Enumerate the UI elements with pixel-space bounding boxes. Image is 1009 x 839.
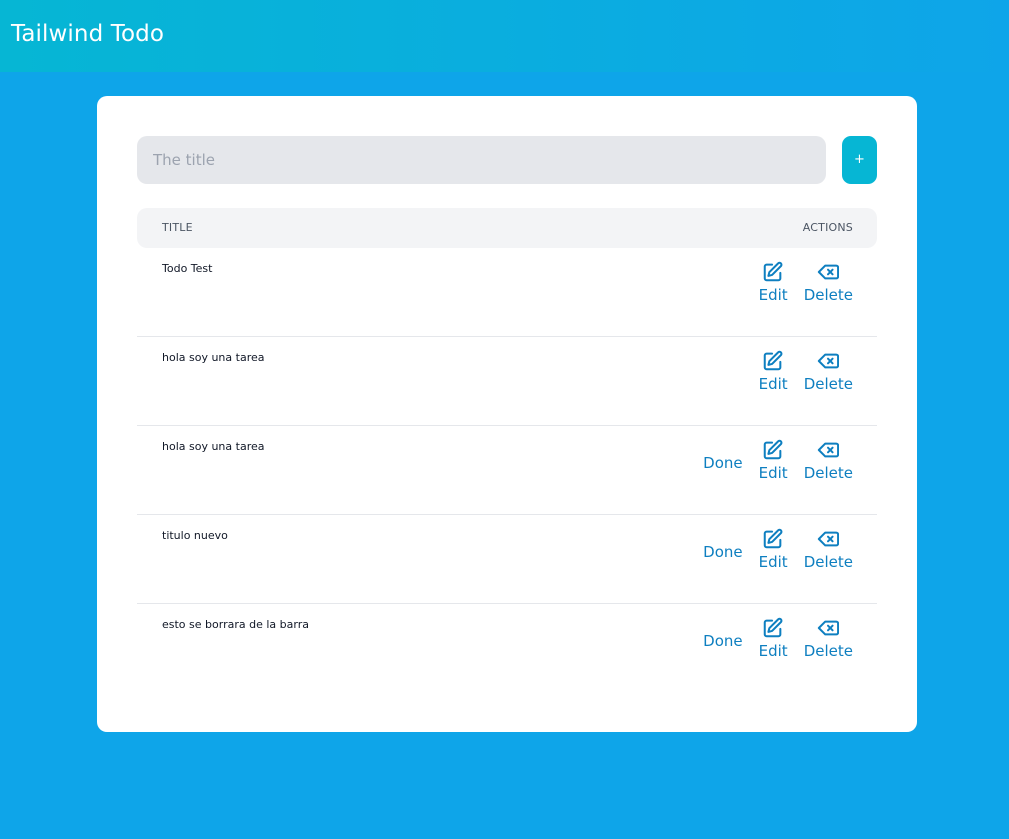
todo-title: titulo nuevo [162, 529, 228, 542]
delete-button[interactable]: Delete [804, 261, 853, 305]
app-title: Tailwind Todo [11, 21, 164, 47]
edit-button[interactable]: Edit [759, 617, 788, 661]
edit-icon [763, 261, 783, 282]
column-header-actions: ACTIONS [802, 221, 853, 234]
edit-icon [763, 350, 783, 371]
backspace-delete-icon [818, 353, 840, 369]
todo-row: hola soy una tarea Edit Delete [137, 337, 877, 426]
edit-button[interactable]: Edit [759, 261, 788, 305]
edit-button[interactable]: Edit [759, 350, 788, 394]
todo-card: + TITLE ACTIONS Todo Test Edit Del [97, 96, 917, 732]
todo-title: hola soy una tarea [162, 351, 265, 364]
edit-label: Edit [758, 642, 788, 660]
edit-button[interactable]: Edit [759, 439, 788, 483]
delete-button[interactable]: Delete [804, 350, 853, 394]
delete-label: Delete [803, 553, 853, 571]
app-header: Tailwind Todo [0, 0, 1009, 72]
title-input[interactable] [137, 136, 826, 184]
todo-row: hola soy una tarea Done Edit Delete [137, 426, 877, 515]
todo-row: esto se borrara de la barra Done Edit De… [137, 604, 877, 693]
todo-actions: Done Edit Delete [703, 617, 853, 661]
delete-button[interactable]: Delete [804, 617, 853, 661]
todo-actions: Edit Delete [759, 261, 853, 305]
backspace-delete-icon [818, 264, 840, 280]
edit-label: Edit [758, 464, 788, 482]
backspace-delete-icon [818, 531, 840, 547]
done-button[interactable]: Done [703, 453, 742, 473]
edit-label: Edit [758, 553, 788, 571]
edit-label: Edit [758, 286, 788, 304]
delete-label: Delete [803, 642, 853, 660]
delete-button[interactable]: Delete [804, 528, 853, 572]
add-todo-button[interactable]: + [842, 136, 877, 184]
done-button[interactable]: Done [703, 542, 742, 562]
edit-icon [763, 617, 783, 638]
todo-list: Todo Test Edit Delete hola soy una tarea… [137, 248, 877, 693]
column-header-title: TITLE [162, 221, 193, 234]
table-header: TITLE ACTIONS [137, 208, 877, 248]
delete-label: Delete [803, 375, 853, 393]
edit-label: Edit [758, 375, 788, 393]
todo-row: titulo nuevo Done Edit Delete [137, 515, 877, 604]
todo-actions: Done Edit Delete [703, 528, 853, 572]
todo-title: esto se borrara de la barra [162, 618, 309, 631]
edit-icon [763, 528, 783, 549]
done-button[interactable]: Done [703, 631, 742, 651]
todo-actions: Done Edit Delete [703, 439, 853, 483]
todo-row: Todo Test Edit Delete [137, 248, 877, 337]
backspace-delete-icon [818, 620, 840, 636]
backspace-delete-icon [818, 442, 840, 458]
edit-button[interactable]: Edit [759, 528, 788, 572]
todo-title: Todo Test [162, 262, 213, 275]
delete-label: Delete [803, 464, 853, 482]
todo-actions: Edit Delete [759, 350, 853, 394]
edit-icon [763, 439, 783, 460]
delete-label: Delete [803, 286, 853, 304]
delete-button[interactable]: Delete [804, 439, 853, 483]
todo-title: hola soy una tarea [162, 440, 265, 453]
